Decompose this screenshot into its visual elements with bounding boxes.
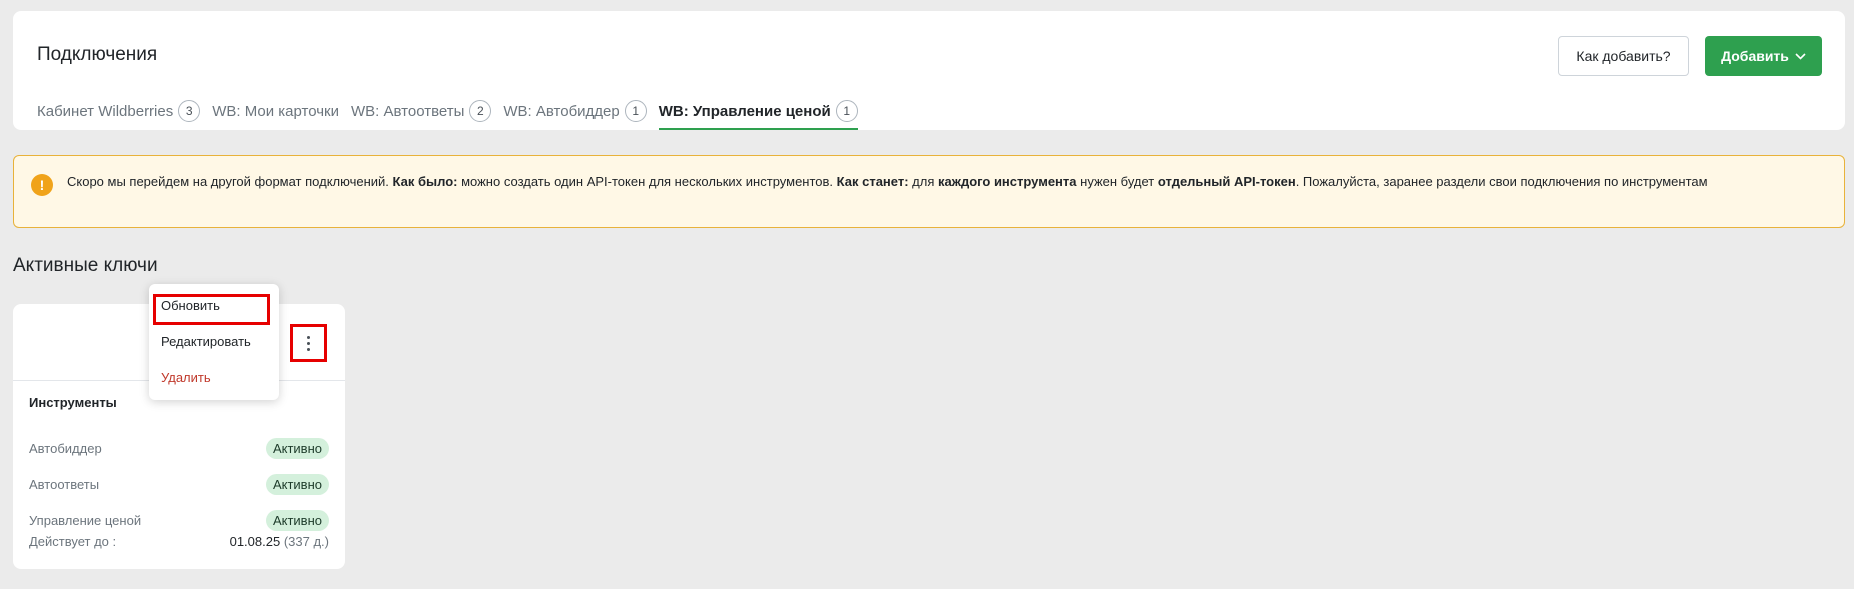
tool-name: Управление ценой [29, 512, 142, 528]
page-title: Подключения [37, 44, 158, 65]
status-badge: Активно [265, 509, 329, 531]
tools-title: Инструменты [29, 395, 117, 410]
tabs-bar: Кабинет Wildberries 3 WB: Мои карточки W… [37, 100, 858, 130]
active-keys-title: Активные ключи [13, 255, 158, 276]
refresh-highlight [153, 294, 270, 325]
valid-until-days: (337 д.) [283, 534, 329, 549]
tab-wildberries-cabinet[interactable]: Кабинет Wildberries 3 [37, 100, 201, 130]
add-button-label: Добавить [1721, 48, 1789, 64]
menu-item-delete[interactable]: Удалить [161, 370, 211, 385]
valid-until-row: Действует до : 01.08.25 (337 д.) [29, 534, 329, 549]
tab-count-badge: 3 [178, 100, 201, 122]
tool-name: Автобиддер [29, 440, 102, 456]
tab-count-badge: 1 [835, 100, 858, 122]
tab-count-badge: 1 [624, 100, 647, 122]
chevron-down-icon [1795, 52, 1806, 60]
tool-row: Автоответы Активно [29, 472, 329, 496]
tab-label: WB: Управление ценой [658, 102, 831, 120]
menu-item-edit[interactable]: Редактировать [161, 334, 251, 349]
status-badge: Активно [265, 437, 329, 459]
add-button[interactable]: Добавить [1705, 36, 1822, 76]
alert-message: Скоро мы перейдем на другой формат подкл… [67, 174, 1708, 189]
how-to-add-button[interactable]: Как добавить? [1558, 36, 1689, 76]
status-badge: Активно [265, 473, 329, 495]
tab-label: WB: Автоответы [351, 102, 465, 120]
tool-row: Автобиддер Активно [29, 436, 329, 460]
header-card: Подключения Как добавить? Добавить Кабин… [13, 11, 1845, 130]
more-options-icon[interactable] [290, 324, 327, 362]
valid-until-value: 01.08.25 (337 д.) [230, 534, 329, 549]
tool-name: Автоответы [29, 476, 100, 492]
tab-price-management[interactable]: WB: Управление ценой 1 [658, 100, 858, 130]
tab-autobidder[interactable]: WB: Автобиддер 1 [503, 100, 647, 130]
tab-autoresponses[interactable]: WB: Автоответы 2 [351, 100, 492, 130]
tab-count-badge: 2 [469, 100, 492, 122]
tool-row: Управление ценой Активно [29, 508, 329, 532]
info-icon: ! [31, 174, 53, 196]
migration-alert: ! Скоро мы перейдем на другой формат под… [13, 155, 1845, 228]
valid-until-label: Действует до : [29, 534, 117, 549]
tab-label: Кабинет Wildberries [37, 102, 174, 120]
page-background: Подключения Как добавить? Добавить Кабин… [0, 0, 1854, 589]
tab-label: WB: Мои карточки [212, 102, 340, 120]
tab-label: WB: Автобиддер [503, 102, 620, 120]
valid-until-date: 01.08.25 [229, 534, 281, 549]
tab-my-cards[interactable]: WB: Мои карточки [212, 103, 339, 128]
